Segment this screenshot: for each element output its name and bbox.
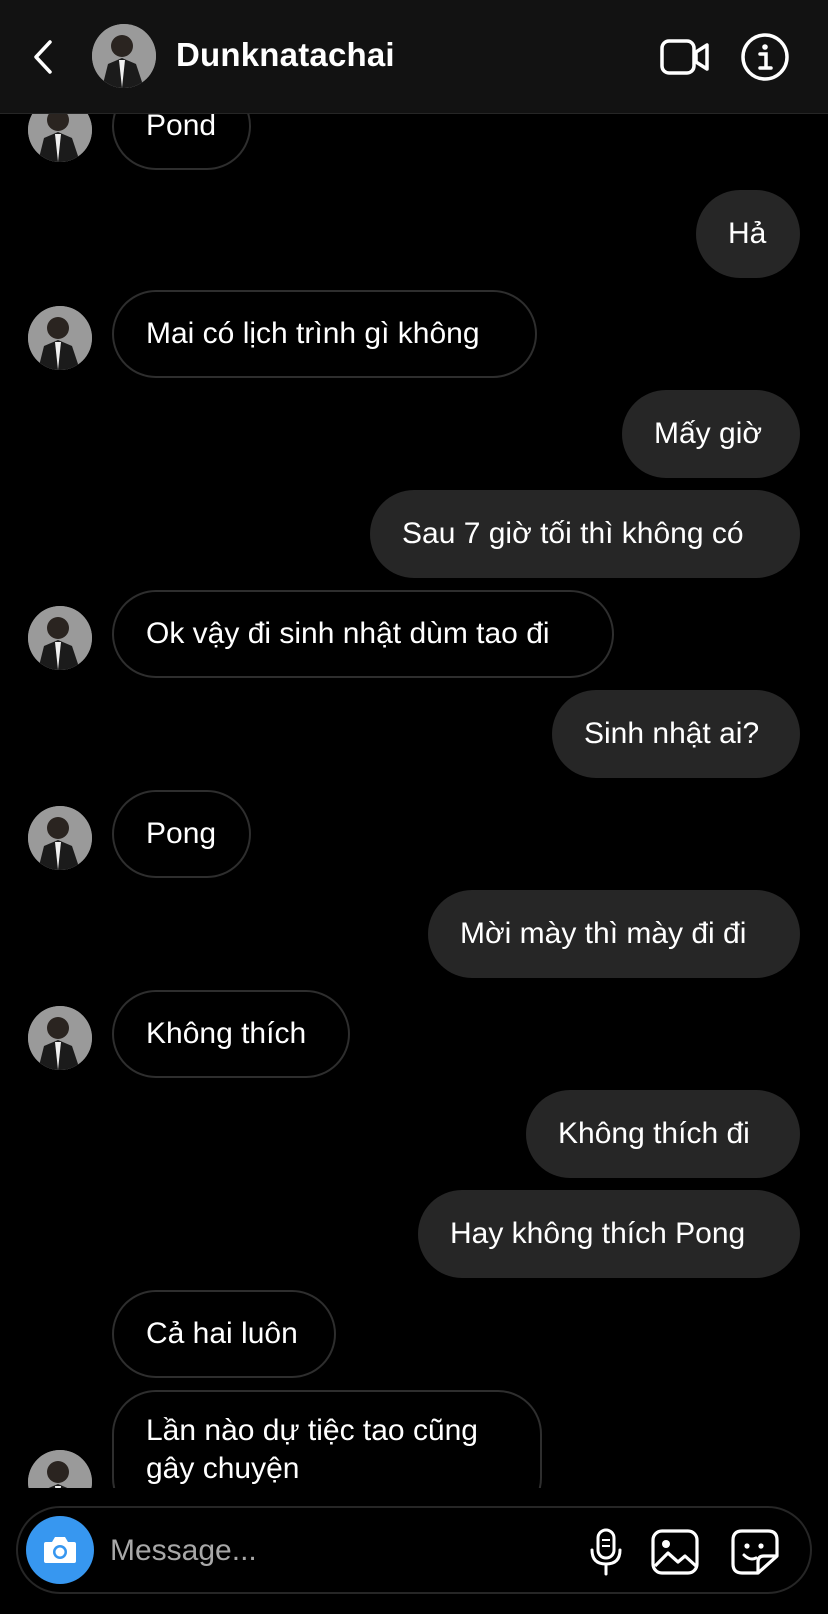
camera-button[interactable]	[26, 1516, 94, 1584]
outgoing-message-bubble[interactable]: Hay không thích Pong	[418, 1190, 800, 1278]
incoming-message-bubble[interactable]: Mai có lịch trình gì không	[112, 290, 537, 378]
avatar[interactable]	[92, 24, 156, 88]
incoming-message-bubble[interactable]: Không thích	[112, 990, 350, 1078]
incoming-message-bubble[interactable]: Ok vậy đi sinh nhật dùm tao đi	[112, 590, 614, 678]
outgoing-message-bubble[interactable]: Sau 7 giờ tối thì không có	[370, 490, 800, 578]
sticker-icon[interactable]	[730, 1528, 780, 1576]
outgoing-message-bubble[interactable]: Hả	[696, 190, 800, 278]
sender-avatar[interactable]	[28, 306, 92, 370]
chat-header: Dunknatachai	[0, 0, 828, 114]
sender-avatar[interactable]	[28, 1450, 92, 1488]
message-input[interactable]	[108, 1526, 532, 1576]
outgoing-message-bubble[interactable]: Không thích đi	[526, 1090, 800, 1178]
gallery-icon[interactable]	[650, 1528, 700, 1576]
contact-name[interactable]: Dunknatachai	[176, 36, 395, 74]
outgoing-message-bubble[interactable]: Mời mày thì mày đi đi	[428, 890, 800, 978]
outgoing-message-bubble[interactable]: Sinh nhật ai?	[552, 690, 800, 778]
microphone-icon[interactable]	[584, 1528, 628, 1576]
message-composer	[16, 1506, 812, 1594]
incoming-message-bubble[interactable]: Cả hai luôn	[112, 1290, 336, 1378]
info-icon[interactable]	[740, 32, 790, 82]
sender-avatar[interactable]	[28, 606, 92, 670]
sender-avatar[interactable]	[28, 806, 92, 870]
video-call-icon[interactable]	[660, 36, 710, 78]
sender-avatar[interactable]	[28, 1006, 92, 1070]
sender-avatar[interactable]	[28, 114, 92, 162]
incoming-message-bubble[interactable]: Pond	[112, 114, 251, 170]
incoming-message-bubble[interactable]: Pong	[112, 790, 251, 878]
incoming-message-bubble[interactable]: Lần nào dự tiệc tao cũng gây chuyện	[112, 1390, 542, 1488]
outgoing-message-bubble[interactable]: Mấy giờ	[622, 390, 800, 478]
back-chevron-icon[interactable]	[28, 36, 60, 78]
message-thread[interactable]: Pond Hả Mai có lịch trình gì không Mấy giờ S…	[0, 114, 828, 1488]
camera-icon	[44, 1537, 76, 1563]
